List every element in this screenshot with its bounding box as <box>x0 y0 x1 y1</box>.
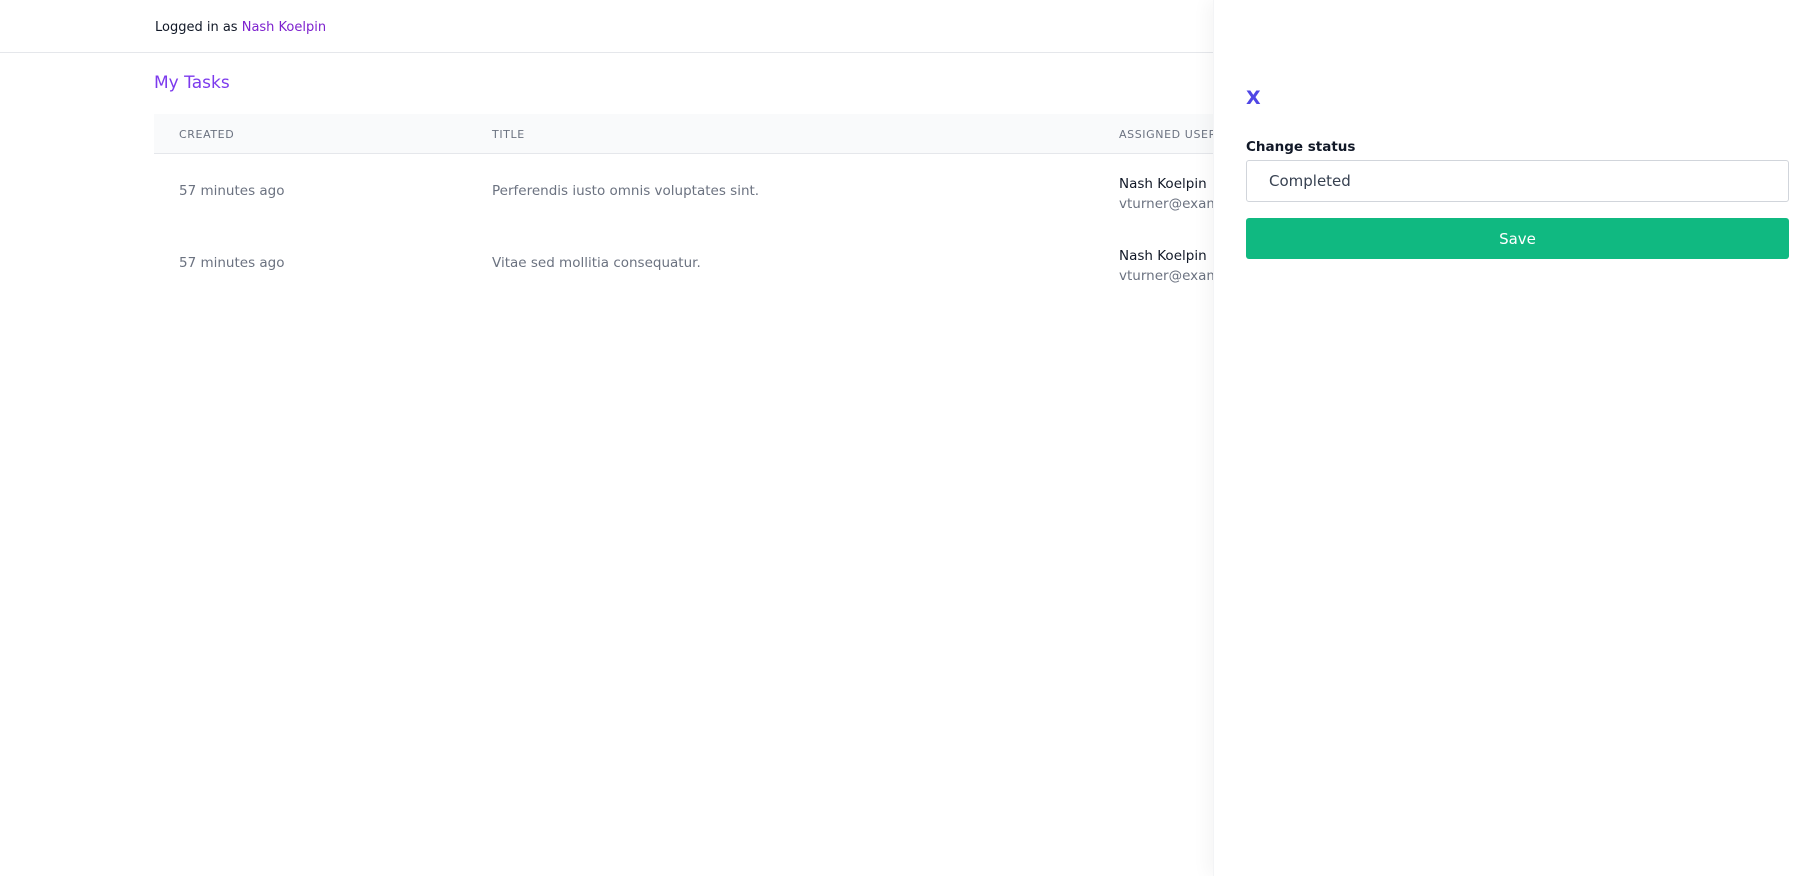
change-status-label: Change status <box>1246 139 1356 155</box>
column-header-assigned-user: ASSIGNED USER <box>1119 128 1217 141</box>
column-header-title: TITLE <box>492 128 525 141</box>
change-status-panel: X Change status Completed Save <box>1213 0 1811 876</box>
tasks-table: CREATED TITLE ASSIGNED USER 57 minutes a… <box>154 114 1314 298</box>
logged-in-prefix: Logged in as <box>155 20 238 35</box>
status-select[interactable]: Completed <box>1246 160 1789 202</box>
table-row[interactable]: 57 minutes ago Perferendis iusto omnis v… <box>154 154 1314 226</box>
column-header-created: CREATED <box>179 128 235 141</box>
page-title: My Tasks <box>154 73 230 93</box>
login-status: Logged in as Nash Koelpin <box>155 20 326 35</box>
save-button[interactable]: Save <box>1246 218 1789 259</box>
assigned-user-email: vturner@examp <box>1119 268 1229 284</box>
table-header: CREATED TITLE ASSIGNED USER <box>154 114 1314 154</box>
assigned-user-name: Nash Koelpin <box>1119 248 1207 264</box>
current-user-link[interactable]: Nash Koelpin <box>242 20 326 35</box>
assigned-user-cell: Nash Koelpin vturner@examp <box>1119 246 1228 286</box>
title-cell: Vitae sed mollitia consequatur. <box>492 255 701 271</box>
assigned-user-email: vturner@examp <box>1119 196 1229 212</box>
created-cell: 57 minutes ago <box>179 255 285 271</box>
close-panel-button[interactable]: X <box>1246 87 1261 109</box>
table-row[interactable]: 57 minutes ago Vitae sed mollitia conseq… <box>154 226 1314 298</box>
created-cell: 57 minutes ago <box>179 183 285 199</box>
assigned-user-name: Nash Koelpin <box>1119 176 1207 192</box>
assigned-user-cell: Nash Koelpin vturner@examp <box>1119 174 1228 214</box>
title-cell: Perferendis iusto omnis voluptates sint. <box>492 183 760 199</box>
